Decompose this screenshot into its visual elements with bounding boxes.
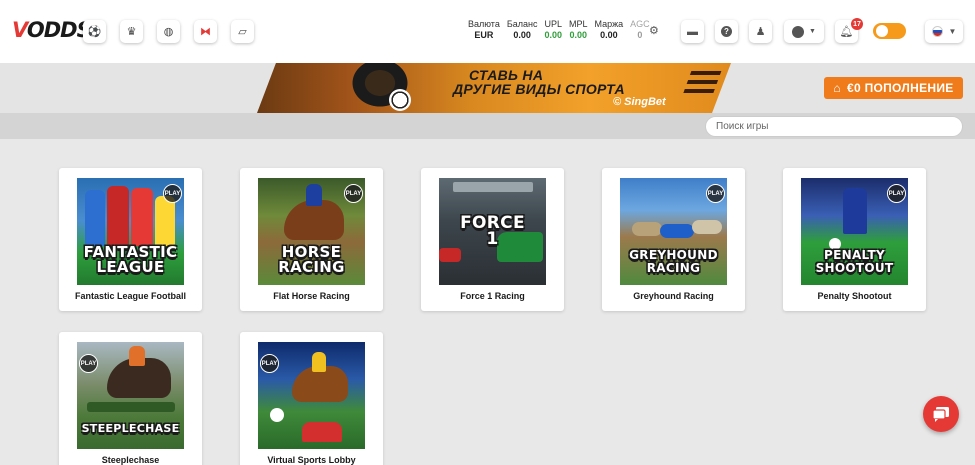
help-icon: ?: [721, 26, 732, 37]
game-label: Penalty Shootout: [817, 291, 892, 301]
user-support-button[interactable]: ♟: [749, 20, 772, 43]
search-bar-row: [0, 113, 975, 139]
search-input[interactable]: [705, 116, 963, 137]
game-title-art: FORCE 1: [460, 213, 525, 249]
soccer-icon: ⚽: [87, 26, 102, 38]
hedge-fence: [87, 402, 175, 412]
player-figure: [85, 190, 105, 246]
vodds-logo[interactable]: VODDS: [12, 18, 92, 42]
game-thumbnail: GREYHOUND RACING PLAY: [620, 178, 727, 285]
notification-count-badge: 17: [851, 18, 863, 30]
play-badge: PLAY: [887, 184, 906, 203]
greyhound-figure: [660, 224, 694, 238]
game-card-greyhound-racing[interactable]: GREYHOUND RACING PLAY Greyhound Racing: [602, 168, 745, 311]
nav-crown-button[interactable]: ♛: [120, 20, 143, 43]
game-label: Force 1 Racing: [460, 291, 525, 301]
person-icon: ♟: [755, 26, 766, 38]
nav-games-button[interactable]: ⧓: [194, 20, 217, 43]
game-label: Fantastic League Football: [74, 291, 186, 301]
nav-ticket-button[interactable]: ▱: [231, 20, 254, 43]
game-thumbnail: STEEPLECHASE PLAY: [77, 342, 184, 449]
player-figure: [107, 186, 129, 246]
russia-flag-icon: [931, 26, 943, 37]
jockey-figure: [129, 346, 145, 366]
greyhound-figure: [692, 220, 722, 234]
stat-upl: UPL 0.00: [544, 19, 563, 40]
game-title-art: FANTASTIC LEAGUE: [83, 243, 178, 276]
top-header: VODDS ⚽ ♛ ◍ ⧓ ▱ Валюта EUR Баланс 0.00 UPL…: [0, 0, 975, 63]
player-figure: [843, 188, 867, 234]
horse-figure: [284, 200, 344, 240]
wallet-button[interactable]: ▬: [681, 20, 704, 43]
soccer-ball-icon: [270, 408, 284, 422]
jockey-figure: [312, 352, 326, 372]
account-menu-button[interactable]: ▼: [784, 20, 824, 43]
gear-icon[interactable]: ⚙: [649, 24, 659, 37]
help-button[interactable]: ?: [715, 20, 738, 43]
stat-balance: Баланс 0.00: [506, 19, 538, 40]
game-title-art: HORSE RACING: [278, 243, 345, 276]
race-car: [439, 248, 461, 262]
nav-globe-button[interactable]: ◍: [157, 20, 180, 43]
greyhound-figure: [632, 222, 662, 236]
gamepad-icon: ⧓: [200, 26, 211, 38]
language-selector[interactable]: ▼: [925, 20, 963, 43]
nav-soccer-button[interactable]: ⚽: [83, 20, 106, 43]
player-figure: [131, 188, 153, 246]
game-title-art: STEEPLECHASE: [81, 422, 180, 435]
stat-mpl: MPL 0.00: [569, 19, 588, 40]
player-figure: [155, 196, 175, 246]
game-label: Steeplechase: [101, 455, 160, 465]
wallet-icon: ▬: [687, 25, 698, 38]
game-card-steeplechase[interactable]: STEEPLECHASE PLAY Steeplechase: [59, 332, 202, 465]
game-title-art: PENALTY SHOOTOUT: [815, 248, 894, 275]
stat-currency: Валюта EUR: [468, 19, 500, 40]
grandstand: [453, 182, 533, 192]
stat-agc: AGC 0: [630, 19, 650, 40]
jockey-figure: [306, 184, 322, 206]
game-card-force-1-racing[interactable]: FORCE 1 Force 1 Racing: [421, 168, 564, 311]
globe-icon: ◍: [163, 26, 174, 38]
wallet-icon: ⌂: [833, 81, 841, 95]
user-circle-icon: [792, 25, 805, 38]
game-label: Virtual Sports Lobby: [267, 455, 356, 465]
theme-toggle[interactable]: [873, 23, 906, 39]
promo-banner[interactable]: СТАВЬ НА ДРУГИЕ ВИДЫ СПОРТА © SingBet: [257, 63, 731, 113]
soccer-ball-icon: [389, 89, 411, 111]
chat-bubble-icon: [932, 407, 949, 422]
game-label: Flat Horse Racing: [273, 291, 350, 301]
play-badge: PLAY: [706, 184, 725, 203]
ticket-icon: ▱: [238, 26, 247, 38]
game-card-penalty-shootout[interactable]: PENALTY SHOOTOUT PLAY Penalty Shootout: [783, 168, 926, 311]
banner-stripes: [682, 71, 722, 95]
game-card-virtual-sports-lobby[interactable]: PLAY Virtual Sports Lobby: [240, 332, 383, 465]
game-thumbnail: FANTASTIC LEAGUE PLAY: [77, 178, 184, 285]
crown-icon: ♛: [126, 26, 137, 38]
toggle-knob: [876, 25, 888, 37]
banner-headline-2: ДРУГИЕ ВИДЫ СПОРТА: [453, 81, 625, 97]
live-chat-button[interactable]: [923, 396, 959, 432]
game-thumbnail: PENALTY SHOOTOUT PLAY: [801, 178, 908, 285]
game-thumbnail: HORSE RACING PLAY: [258, 178, 365, 285]
chevron-down-icon: ▼: [809, 28, 816, 35]
chevron-down-icon: ▼: [948, 27, 957, 36]
play-badge: PLAY: [344, 184, 363, 203]
deposit-button[interactable]: ⌂ €0 ПОПОЛНЕНИЕ: [824, 77, 963, 99]
account-stats: Валюта EUR Баланс 0.00 UPL 0.00 MPL 0.00 Мар…: [468, 19, 650, 41]
play-badge: PLAY: [79, 354, 98, 373]
stat-margin: Маржа 0.00: [594, 19, 624, 40]
banner-brand: © SingBet: [613, 96, 666, 108]
race-car: [302, 422, 342, 442]
game-title-art: GREYHOUND RACING: [629, 248, 718, 275]
game-thumbnail: FORCE 1: [439, 178, 546, 285]
promo-area: СТАВЬ НА ДРУГИЕ ВИДЫ СПОРТА © SingBet ⌂ …: [0, 63, 975, 113]
game-card-flat-horse-racing[interactable]: HORSE RACING PLAY Flat Horse Racing: [240, 168, 383, 311]
game-card-fantastic-league[interactable]: FANTASTIC LEAGUE PLAY Fantastic League Fo…: [59, 168, 202, 311]
play-badge: PLAY: [163, 184, 182, 203]
play-badge: PLAY: [260, 354, 279, 373]
game-thumbnail: PLAY: [258, 342, 365, 449]
game-label: Greyhound Racing: [633, 291, 714, 301]
